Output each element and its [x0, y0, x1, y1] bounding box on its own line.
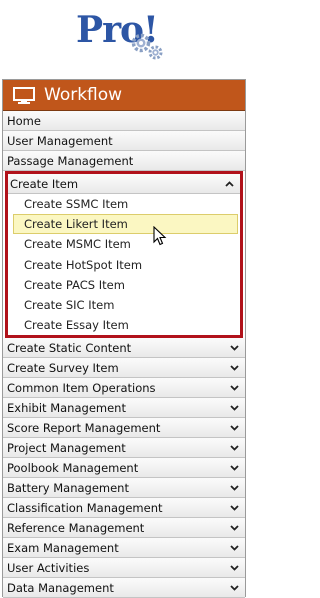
- menu-item-poolbook-management[interactable]: Poolbook Management: [3, 458, 245, 479]
- chevron-down-icon: [230, 525, 239, 531]
- menu-item-label: Score Report Management: [7, 420, 161, 435]
- menu-item-label: Exhibit Management: [7, 400, 126, 415]
- chevron-down-icon: [230, 465, 239, 471]
- menu-item-label: Common Item Operations: [7, 380, 156, 395]
- mouse-cursor-icon: [153, 226, 167, 246]
- submenu-item-create-sic-item[interactable]: Create SIC Item: [8, 295, 240, 315]
- menu-item-project-management[interactable]: Project Management: [3, 438, 245, 459]
- menu-item-label: Passage Management: [7, 153, 134, 168]
- chevron-down-icon: [230, 505, 239, 511]
- menu-item-label: Battery Management: [7, 480, 129, 495]
- submenu-item-create-ssmc-item[interactable]: Create SSMC Item: [8, 194, 240, 214]
- menu-item-label: Reference Management: [7, 520, 145, 535]
- menu-item-create-static-content[interactable]: Create Static Content: [3, 338, 245, 359]
- chevron-down-icon: [230, 565, 239, 571]
- menu-item-label: User Activities: [7, 560, 90, 575]
- menu-item-create-survey-item[interactable]: Create Survey Item: [3, 358, 245, 379]
- menu-item-label: User Management: [7, 133, 113, 148]
- workflow-header[interactable]: Workflow: [3, 80, 245, 111]
- chevron-down-icon: [230, 345, 239, 351]
- menu-item-reference-management[interactable]: Reference Management: [3, 518, 245, 539]
- menu-item-label: Exam Management: [7, 540, 119, 555]
- menu-item-classification-management[interactable]: Classification Management: [3, 498, 245, 519]
- menu-item-label: Home: [7, 113, 41, 128]
- menu-item-label: Create Item: [10, 176, 79, 191]
- submenu-item-create-essay-item[interactable]: Create Essay Item: [8, 315, 240, 335]
- menu-item-exam-management[interactable]: Exam Management: [3, 538, 245, 559]
- menu-item-label: Classification Management: [7, 500, 163, 515]
- submenu-item-create-pacs-item[interactable]: Create PACS Item: [8, 275, 240, 295]
- menu-item-label: Project Management: [7, 440, 126, 455]
- menu-item-user-management[interactable]: User Management: [3, 131, 245, 151]
- menu-item-home[interactable]: Home: [3, 111, 245, 131]
- chevron-down-icon: [230, 385, 239, 391]
- menu-item-battery-management[interactable]: Battery Management: [3, 478, 245, 499]
- chevron-up-icon: [225, 180, 234, 187]
- menu-item-exhibit-management[interactable]: Exhibit Management: [3, 398, 245, 419]
- submenu-item-create-msmc-item[interactable]: Create MSMC Item: [8, 234, 240, 254]
- create-item-group: Create Item Create SSMC Item Create Liker…: [5, 171, 243, 339]
- chevron-down-icon: [230, 425, 239, 431]
- chevron-down-icon: [230, 545, 239, 551]
- chevron-down-icon: [230, 485, 239, 491]
- menu-item-create-item[interactable]: Create Item: [8, 174, 240, 194]
- chevron-down-icon: [230, 445, 239, 451]
- menu-item-passage-management[interactable]: Passage Management: [3, 151, 245, 171]
- menu-item-label: Create Survey Item: [7, 360, 119, 375]
- pro-logo: Pro!: [76, 8, 176, 66]
- menu-item-user-activities[interactable]: User Activities: [3, 558, 245, 579]
- menu-item-data-management[interactable]: Data Management: [3, 578, 245, 598]
- menu-item-common-item-operations[interactable]: Common Item Operations: [3, 378, 245, 399]
- menu-item-label: Poolbook Management: [7, 460, 139, 475]
- menu-item-score-report-management[interactable]: Score Report Management: [3, 418, 245, 439]
- submenu-item-create-hotspot-item[interactable]: Create HotSpot Item: [8, 255, 240, 275]
- workflow-panel: Workflow Home User Management Passage Mana…: [2, 79, 246, 598]
- chevron-down-icon: [230, 365, 239, 371]
- gear-small-icon: [148, 45, 163, 60]
- menu-item-label: Data Management: [7, 580, 114, 595]
- menu-item-label: Create Static Content: [7, 340, 132, 355]
- panel-title: Workflow: [44, 85, 123, 105]
- submenu-item-create-likert-item[interactable]: Create Likert Item: [13, 214, 238, 235]
- chevron-down-icon: [230, 405, 239, 411]
- chevron-down-icon: [230, 585, 239, 591]
- monitor-icon: [13, 86, 35, 104]
